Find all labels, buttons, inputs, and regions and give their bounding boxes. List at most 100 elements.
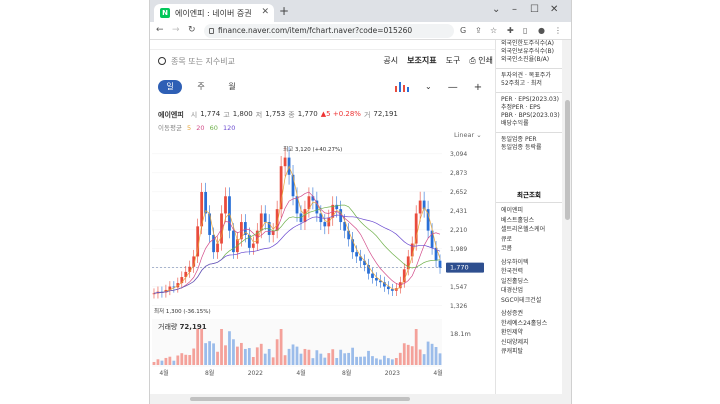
y-axis: 3,094 2,873 2,652 2,431 2,210 1,989 1,547 1,326	[450, 151, 467, 310]
toolbar-strip	[150, 40, 495, 50]
recent-item[interactable]: 코콤	[496, 244, 562, 254]
forward-icon[interactable]: →	[172, 25, 180, 35]
volume-bar	[216, 351, 219, 365]
foreign-info-item[interactable]: 외국인보유주식수(B)	[496, 48, 562, 56]
volume-bar	[275, 339, 279, 365]
maximize-icon[interactable]: ☐	[530, 4, 539, 15]
high-label: 고	[223, 111, 230, 119]
candle-body	[224, 196, 227, 214]
chevron-down-icon[interactable]: ⌄	[492, 4, 500, 15]
url-field[interactable]: finance.naver.com/item/fchart.naver?code…	[204, 24, 454, 38]
recent-item[interactable]: 큐로	[496, 235, 562, 245]
volume-bar	[422, 354, 426, 365]
chart-menu: 공시 보조지표 도구 ⎙ 인쇄	[383, 55, 493, 66]
foreign-info: 외국인한도주식수(A) 외국인보유주식수(B) 외국인소진율(B/A)	[496, 40, 562, 64]
horizontal-scrollbar[interactable]	[150, 394, 562, 404]
recent-item[interactable]: 한국전력	[496, 267, 562, 277]
volume-label: 거	[363, 111, 371, 119]
chevron-down-icon[interactable]: ⌄	[425, 82, 432, 93]
zoom-out-icon[interactable]: —	[448, 82, 458, 93]
recent-item[interactable]: 대경산업	[496, 286, 562, 296]
per-info-item[interactable]: 추정PER · EPS	[496, 104, 562, 112]
print-link[interactable]: ⎙ 인쇄	[469, 55, 493, 66]
volume-bar	[192, 348, 196, 365]
candlestick-icon[interactable]	[395, 82, 409, 92]
volume-title-value: 72,191	[179, 323, 207, 331]
sidebar-icon[interactable]: ▯	[523, 26, 527, 35]
menu-icon[interactable]: ⋮	[554, 26, 562, 35]
x-tick-label: 4월	[296, 369, 305, 377]
industry-info-item[interactable]: 동일업종 PER	[496, 136, 562, 144]
volume-bar	[430, 343, 434, 365]
recent-item[interactable]: 한세예스24홀딩스	[496, 319, 562, 329]
volume-bar	[327, 353, 331, 365]
recent-item[interactable]: 삼성증권	[496, 309, 562, 319]
price-chart[interactable]: 3,094 2,873 2,652 2,431 2,210 1,989 1,547 1,326…	[150, 143, 495, 378]
reload-icon[interactable]: ↻	[188, 25, 196, 35]
tab-monthly[interactable]: 월	[220, 80, 244, 94]
active-tab[interactable]: N 에이엔피 : 네이버 증권 ✕	[154, 4, 274, 22]
indicator-link[interactable]: 보조지표	[407, 55, 436, 66]
volume-bar	[299, 353, 303, 365]
close-window-icon[interactable]: ✕	[550, 4, 558, 15]
scale-dropdown[interactable]: Linear ⌄	[454, 131, 482, 139]
vertical-scrollbar[interactable]	[562, 40, 571, 404]
tab-weekly[interactable]: 주	[189, 80, 213, 94]
back-icon[interactable]: ←	[156, 25, 164, 35]
recent-item[interactable]: SGC이테크건설	[496, 296, 562, 306]
invest-opinion-item[interactable]: 52주최고 · 최저	[496, 80, 562, 88]
zoom-in-icon[interactable]: +	[474, 82, 482, 93]
scale-label: Linear	[454, 131, 475, 139]
bookmark-star-icon[interactable]: ☆	[490, 26, 497, 35]
invest-opinion: 투자의견 · 목표주가 52주최고 · 최저	[496, 68, 562, 88]
extension-icon[interactable]: ✚	[507, 26, 514, 35]
profile-avatar-icon[interactable]: ●	[538, 26, 545, 35]
foreign-info-item[interactable]: 외국인소진율(B/A)	[496, 56, 562, 64]
google-icon[interactable]: G	[460, 26, 466, 35]
tools-link[interactable]: 도구	[446, 55, 461, 66]
x-tick-label: 2023	[385, 370, 400, 377]
new-tab-button[interactable]: +	[279, 4, 289, 18]
recent-item[interactable]: 에이엔피	[496, 206, 562, 216]
minimize-icon[interactable]: –	[512, 4, 517, 15]
close-value: 1,770	[297, 110, 318, 118]
volume-bar	[359, 356, 362, 365]
invest-opinion-item[interactable]: 투자의견 · 목표주가	[496, 72, 562, 80]
foreign-info-item[interactable]: 외국인한도주식수(A)	[496, 40, 562, 48]
tab-bar: N 에이엔피 : 네이버 증권 ✕ + ⌄ – ☐ ✕	[150, 0, 571, 22]
recent-item[interactable]: 베스트홀딩스	[496, 216, 562, 226]
candle-body	[212, 234, 215, 253]
horizontal-scroll-thumb[interactable]	[190, 397, 410, 401]
recent-item[interactable]: 신대양제지	[496, 338, 562, 348]
chevron-down-icon: ⌄	[476, 131, 482, 139]
close-tab-icon[interactable]: ✕	[261, 7, 269, 17]
moving-average-legend[interactable]: 이동평균 5 20 60 120	[158, 122, 235, 132]
search-placeholder: 종목 또는 지수비교	[171, 56, 235, 66]
industry-info-item[interactable]: 동일업종 등락률	[496, 144, 562, 152]
per-info-item[interactable]: 배당수익률	[496, 120, 562, 128]
recent-item[interactable]: 일진홀딩스	[496, 277, 562, 287]
volume-bar	[156, 359, 160, 365]
volume-bar	[434, 347, 438, 365]
volume-bar	[263, 353, 267, 365]
volume-bar	[414, 329, 418, 365]
per-info-item[interactable]: PBR · BPS(2023.03)	[496, 112, 562, 120]
volume-bar	[243, 348, 247, 365]
per-info-item[interactable]: PER · EPS(2023.03)	[496, 96, 562, 104]
share-icon[interactable]: ⇪	[475, 26, 482, 35]
volume-bar	[283, 355, 287, 365]
recent-item[interactable]: 삼우하이텍	[496, 258, 562, 268]
tab-daily[interactable]: 일	[158, 80, 182, 94]
volume-bar	[323, 357, 327, 365]
vertical-scroll-thumb[interactable]	[565, 100, 570, 220]
ma-20: 20	[196, 124, 205, 132]
recent-item[interactable]: 셀트리온헬스케어	[496, 225, 562, 235]
recent-item[interactable]: 큐캐피탈	[496, 347, 562, 357]
x-tick-label: 4월	[433, 369, 442, 377]
volume-bar	[271, 357, 275, 365]
tab-title: 에이엔피 : 네이버 증권	[175, 8, 252, 18]
recent-item[interactable]: 환인제약	[496, 328, 562, 338]
volume-bar	[251, 357, 255, 365]
disclosure-link[interactable]: 공시	[383, 55, 398, 66]
ma-60: 60	[209, 124, 218, 132]
